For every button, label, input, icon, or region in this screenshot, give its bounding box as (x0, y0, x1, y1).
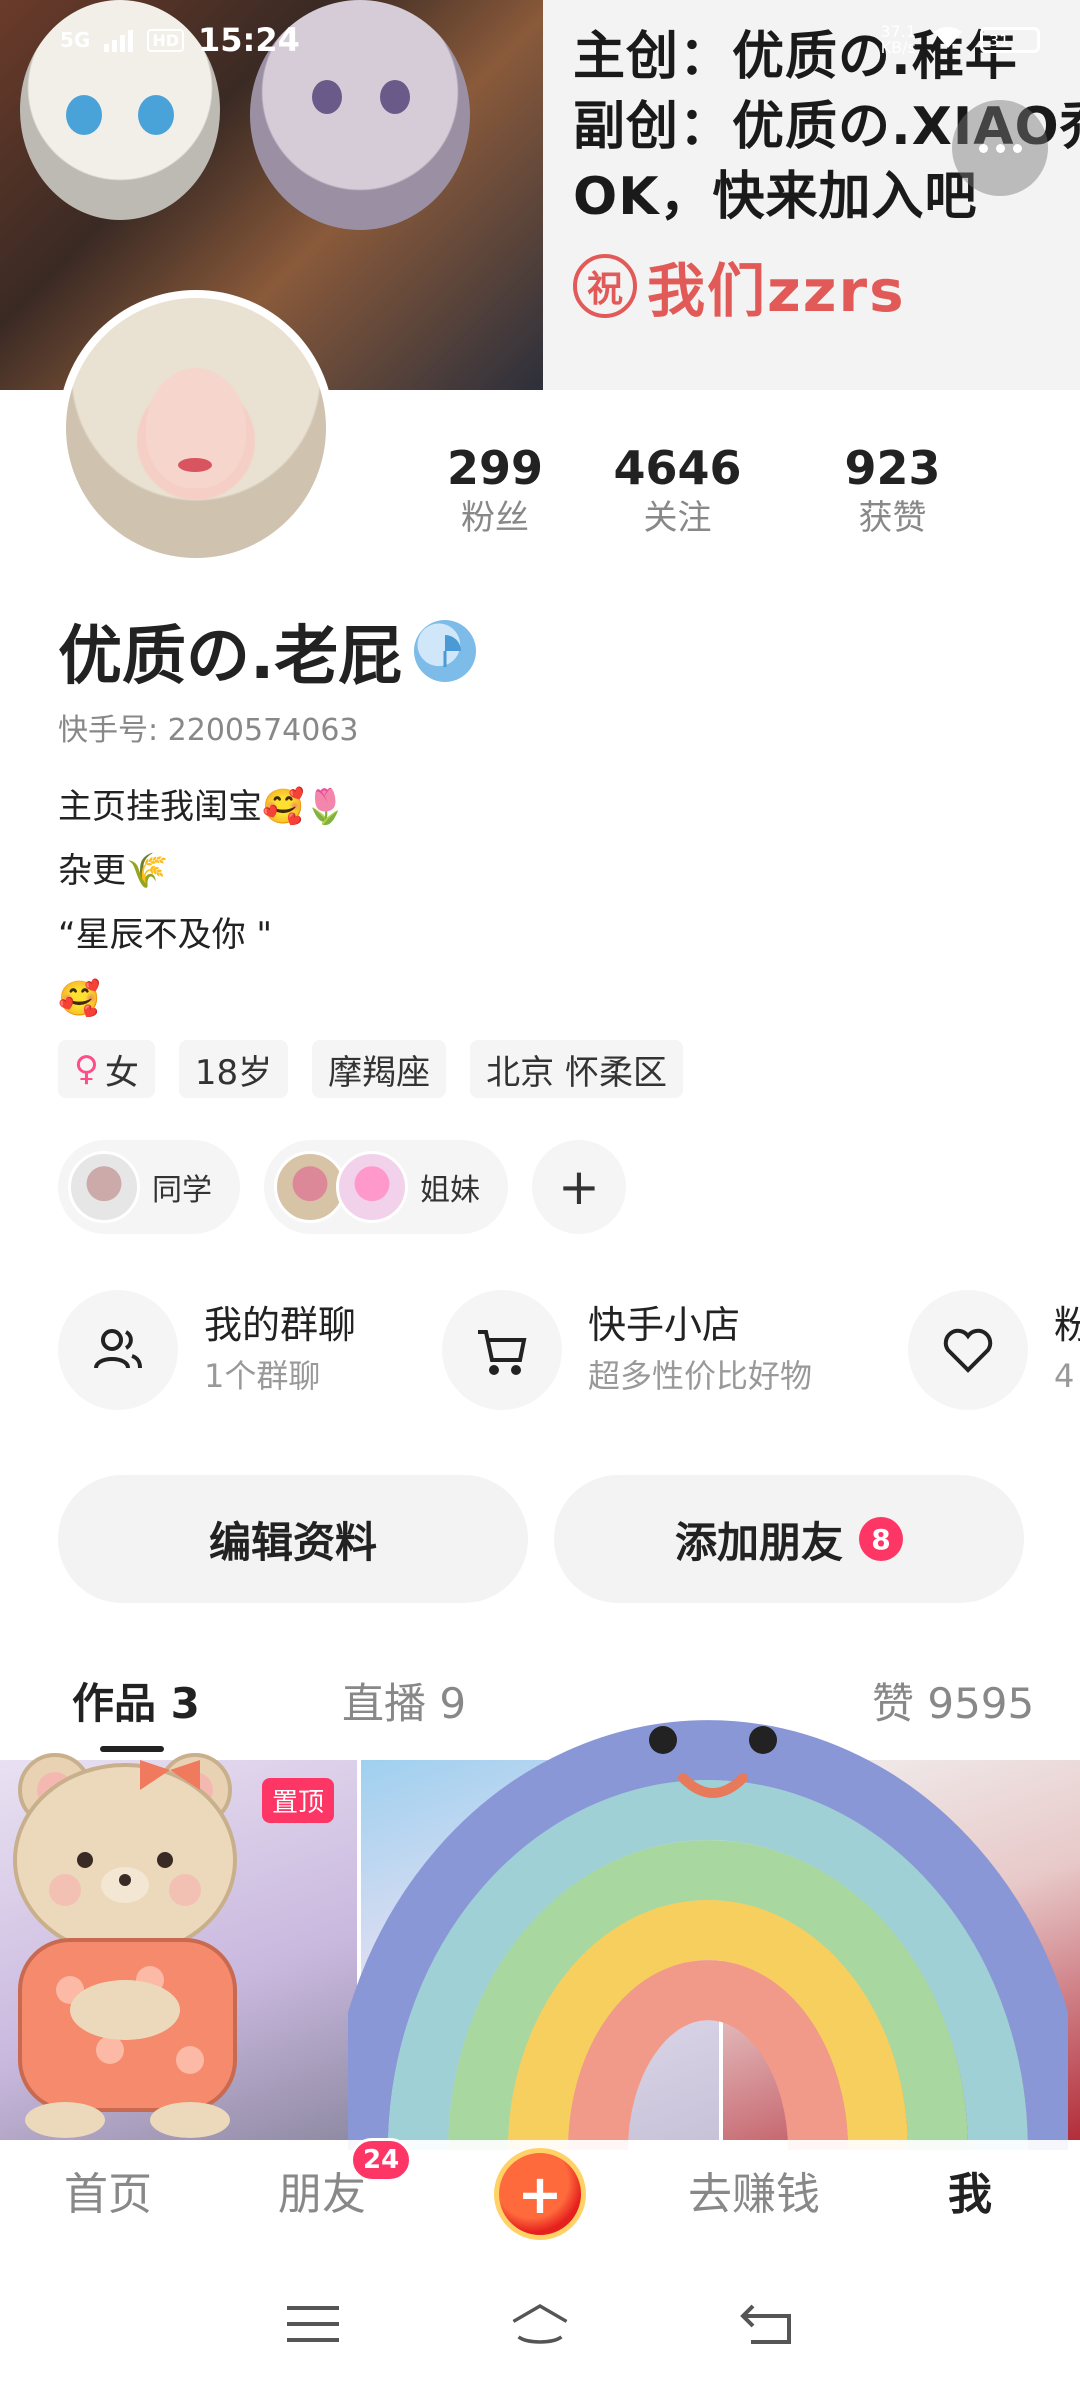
followers-count: 299 (446, 441, 544, 495)
service-subtitle: 超多性价比好物 (588, 1357, 813, 1395)
hd-icon: HD (147, 28, 185, 52)
status-left: 5G HD 15:24 (60, 21, 300, 59)
stamp-circle: 祝 (573, 254, 637, 318)
rainbow-sticker-icon[interactable] (348, 1630, 1068, 2150)
profile-name: 优质の.老屁 (58, 620, 403, 694)
avatar (336, 1151, 408, 1223)
network-type: 5G (60, 28, 91, 52)
back-icon[interactable] (737, 2294, 797, 2354)
relation-classmate[interactable]: 同学 (58, 1140, 240, 1234)
stamp-text: 我们zzrs (647, 257, 906, 325)
likes-label: 获赞 (858, 498, 927, 538)
tag-zodiac: 摩羯座 (312, 1040, 447, 1098)
relation-label: 同学 (152, 1173, 212, 1208)
battery-icon: 31 (980, 27, 1040, 53)
cart-icon (442, 1290, 562, 1410)
edit-profile-button[interactable]: 编辑资料 (58, 1475, 528, 1603)
nav-earn[interactable]: 去赚钱 (688, 2158, 820, 2222)
relations-row: 同学 姐妹 + (58, 1140, 626, 1234)
status-right: 37.1 KB/s 31 (880, 22, 1040, 58)
system-navigation (0, 2240, 1080, 2408)
dot-icon (995, 143, 1005, 153)
stat-followers[interactable]: 299 粉丝 (420, 440, 570, 540)
tag-gender: ♀ 女 (58, 1040, 155, 1098)
bio-line: 主页挂我闺宝🥰🌷 (58, 787, 347, 827)
bio-line: “星辰不及你 " (58, 915, 273, 955)
pinned-badge: 置顶 (262, 1778, 335, 1823)
service-shop[interactable]: 快手小店 超多性价比好物 (442, 1290, 812, 1410)
heart-icon (908, 1290, 1028, 1410)
bear-sticker-icon[interactable] (0, 1740, 260, 2140)
clock: 15:24 (198, 21, 300, 59)
service-group-chat[interactable]: 我的群聊 1个群聊 (58, 1290, 356, 1410)
profile-actions: 编辑资料 添加朋友 8 (58, 1475, 1024, 1603)
following-label: 关注 (643, 498, 712, 538)
following-count: 4646 (613, 441, 742, 495)
bio-line: 🥰 (58, 979, 101, 1019)
menu-icon[interactable] (283, 2294, 343, 2354)
service-title: 粉 (1054, 1303, 1080, 1347)
wifi-icon (930, 22, 966, 58)
service-title: 快手小店 (588, 1303, 741, 1347)
nav-home[interactable]: 首页 (64, 2158, 152, 2222)
profile-bio: 主页挂我闺宝🥰🌷 杂更🌾 “星辰不及你 " 🥰 (58, 775, 347, 1031)
gender-label: 女 (104, 1052, 139, 1093)
add-friend-badge: 8 (859, 1517, 903, 1561)
profile-stats: 299 粉丝 4646 关注 923 获赞 (420, 440, 1020, 540)
avatar-lip (178, 458, 212, 472)
bottom-navigation: 首页 朋友 24 + 去赚钱 我 (0, 2138, 1080, 2240)
dot-icon (1012, 143, 1022, 153)
signal-icon (104, 28, 134, 52)
service-fans[interactable]: 粉 4 (908, 1290, 1080, 1410)
profile-avatar[interactable] (58, 290, 334, 566)
relation-label: 姐妹 (420, 1173, 480, 1208)
service-subtitle: 1个群聊 (204, 1357, 321, 1395)
relation-sisters[interactable]: 姐妹 (264, 1140, 508, 1234)
tab-works[interactable]: 作品 3 (72, 1670, 200, 1731)
friends-badge: 24 (350, 2138, 413, 2182)
character-eye (312, 80, 342, 114)
stat-likes[interactable]: 923 获赞 (785, 440, 1000, 540)
create-plus-button[interactable]: + (494, 2148, 586, 2240)
tag-location: 北京 怀柔区 (470, 1040, 683, 1098)
kuaishou-id[interactable]: 快手号: 2200574063 (58, 705, 359, 749)
cover-stamp: 祝 我们zzrs (573, 244, 1080, 328)
character-eye (380, 80, 410, 114)
add-friend-button[interactable]: 添加朋友 8 (554, 1475, 1024, 1603)
status-bar: 5G HD 15:24 37.1 KB/s 31 (0, 0, 1080, 80)
profile-tags: ♀ 女 18岁 摩羯座 北京 怀柔区 (58, 1040, 683, 1098)
avatar (68, 1151, 140, 1223)
home-icon[interactable] (510, 2294, 570, 2354)
more-options-button[interactable] (952, 100, 1048, 196)
fan-badge-icon[interactable] (414, 620, 477, 682)
tag-age: 18岁 (178, 1040, 289, 1098)
service-subtitle: 4 (1054, 1357, 1075, 1395)
likes-count: 923 (844, 441, 941, 495)
avatar-photo (66, 298, 326, 558)
dot-icon (978, 143, 988, 153)
add-friend-label: 添加朋友 (674, 1517, 843, 1567)
profile-name-row: 优质の.老屁 (58, 605, 477, 697)
character-eye (138, 95, 174, 135)
network-speed: 37.1 KB/s (880, 22, 916, 57)
service-title: 我的群聊 (204, 1303, 357, 1347)
stat-following[interactable]: 4646 关注 (570, 440, 785, 540)
services-row: 我的群聊 1个群聊 快手小店 超多性价比好物 粉 4 (58, 1290, 1080, 1420)
female-icon: ♀ (74, 1049, 99, 1089)
add-relation-button[interactable]: + (532, 1140, 626, 1234)
group-chat-icon (58, 1290, 178, 1410)
character-eye (66, 95, 102, 135)
edit-profile-label: 编辑资料 (208, 1517, 377, 1567)
bio-line: 杂更🌾 (58, 851, 169, 891)
followers-label: 粉丝 (461, 498, 529, 538)
nav-me[interactable]: 我 (948, 2158, 992, 2222)
battery-level: 31 (989, 30, 1010, 50)
